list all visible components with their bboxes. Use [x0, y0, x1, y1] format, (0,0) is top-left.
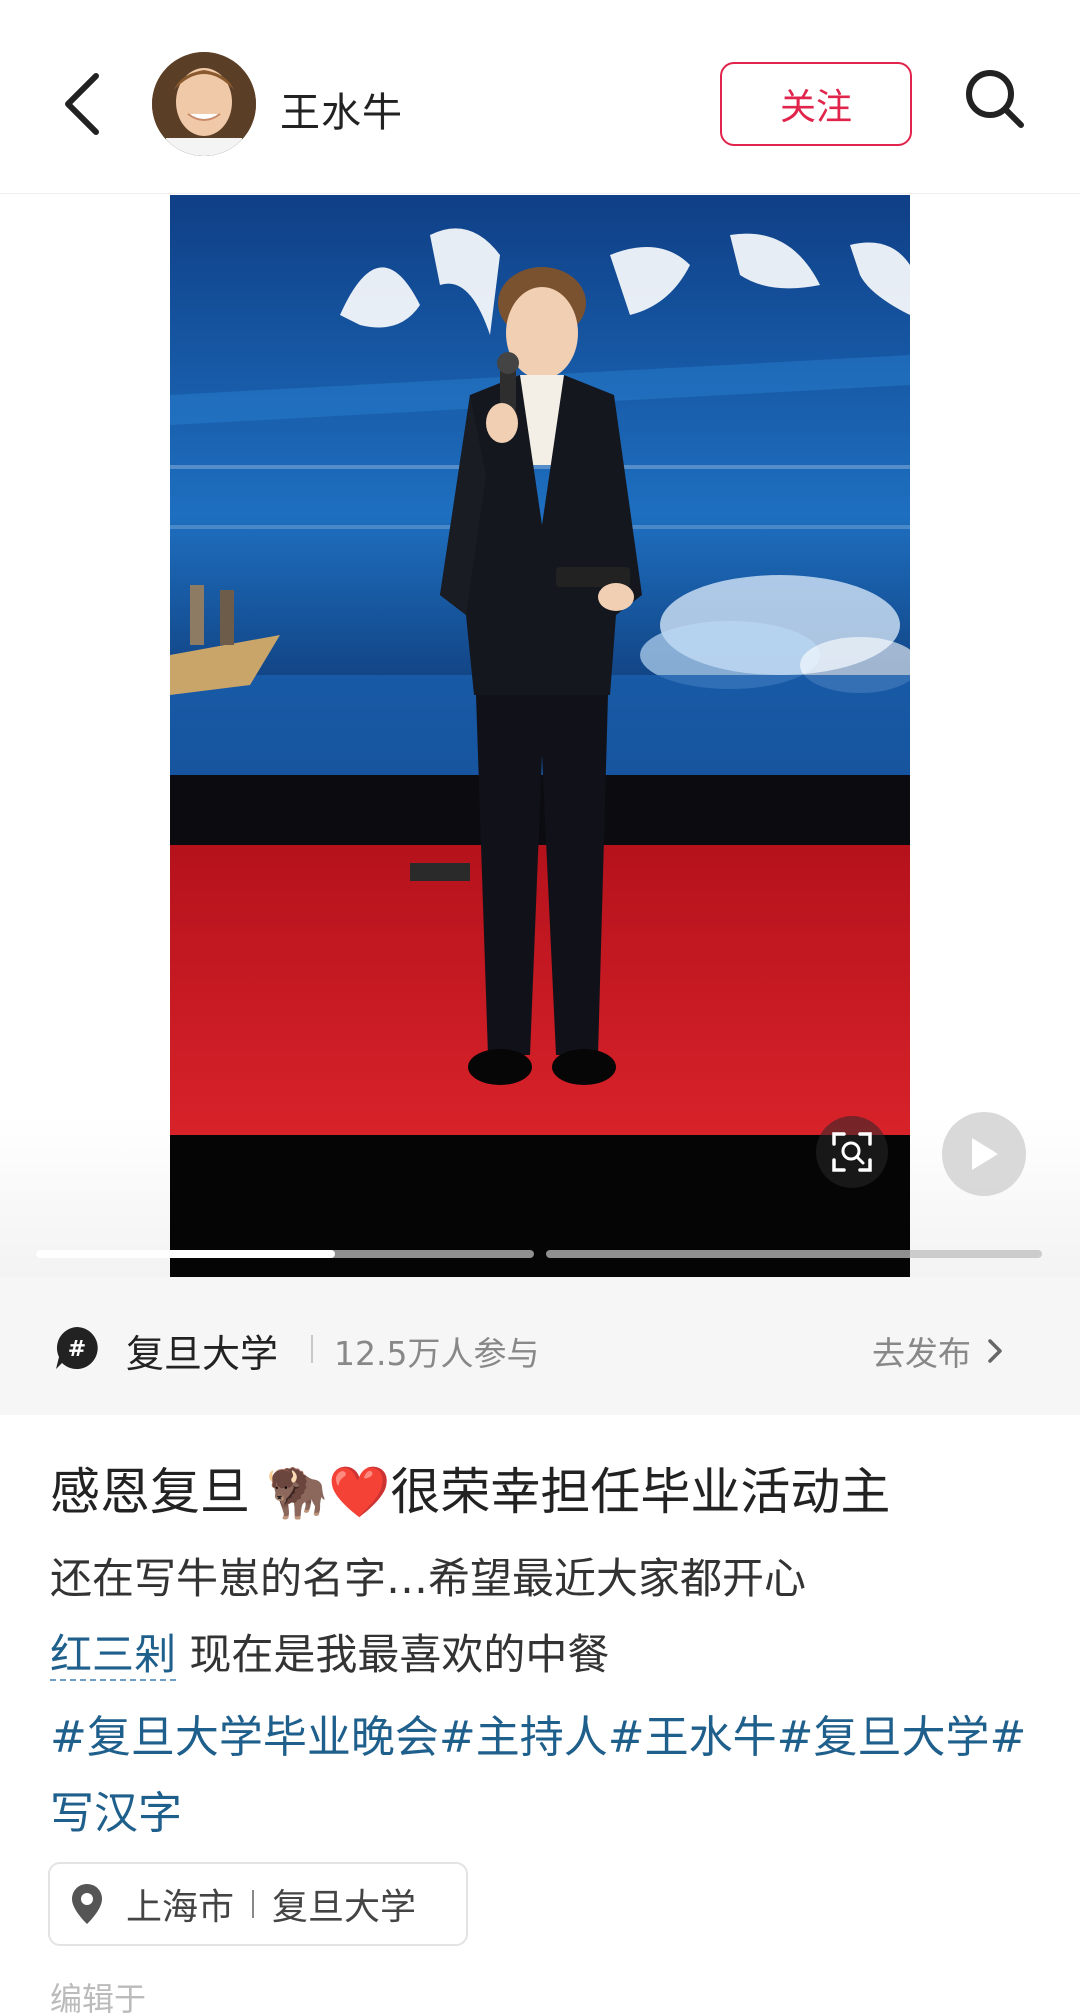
play-button[interactable]	[942, 1112, 1026, 1196]
publish-label: 去发布	[872, 1334, 971, 1373]
topic-name[interactable]: 复旦大学	[126, 1323, 278, 1378]
post-photo[interactable]	[170, 195, 910, 1277]
location-pin-icon	[72, 1884, 102, 1924]
avatar-image	[152, 52, 256, 156]
edit-time-hint: 编辑于	[50, 1980, 147, 2016]
image-search-button[interactable]	[816, 1116, 888, 1188]
author-name[interactable]: 王水牛	[280, 80, 403, 138]
post-text-line-2: 红三剁 现在是我最喜欢的中餐	[50, 1624, 609, 1686]
post-title: 感恩复旦 🦬❤️很荣幸担任毕业活动主	[50, 1463, 891, 1521]
search-button[interactable]	[960, 64, 1030, 134]
search-icon	[966, 70, 1024, 128]
scan-icon	[832, 1132, 872, 1172]
post-text-line-2-rest: 现在是我最喜欢的中餐	[176, 1630, 610, 1679]
play-icon	[972, 1138, 998, 1170]
media-viewer[interactable]	[0, 195, 1080, 1277]
post-text-line-1: 还在写牛崽的名字…希望最近大家都开心	[50, 1554, 807, 1603]
topic-hashtag-icon: #	[56, 1327, 98, 1369]
gallery-progress-2	[546, 1250, 1042, 1258]
search-keyword-link[interactable]: 红三剁	[50, 1630, 177, 1681]
back-button[interactable]	[52, 64, 112, 144]
svg-text:#: #	[68, 1337, 86, 1362]
chevron-right-icon	[988, 1339, 1002, 1363]
chevron-left-icon	[65, 73, 99, 135]
follow-button[interactable]: 关注	[720, 62, 912, 146]
location-tag[interactable]: 上海市 复旦大学	[48, 1862, 468, 1946]
location-city: 上海市	[126, 1887, 235, 1928]
avatar[interactable]	[152, 52, 256, 156]
publish-link[interactable]: 去发布	[872, 1327, 1003, 1375]
post-hashtags[interactable]: #复旦大学毕业晚会#主持人#王水牛#复旦大学#写汉字	[50, 1700, 1030, 1852]
top-bar: 王水牛 关注	[0, 0, 1080, 194]
stage-photo	[170, 195, 910, 1277]
location-place: 复旦大学	[272, 1887, 417, 1928]
topic-participants: 12.5万人参与	[334, 1334, 540, 1373]
gallery-progress-1	[36, 1250, 534, 1258]
topic-bar[interactable]: # 复旦大学 12.5万人参与 去发布	[0, 1277, 1080, 1415]
gallery-progress-1-fill	[36, 1250, 335, 1258]
topic-divider	[311, 1335, 313, 1363]
location-divider	[252, 1890, 255, 1918]
